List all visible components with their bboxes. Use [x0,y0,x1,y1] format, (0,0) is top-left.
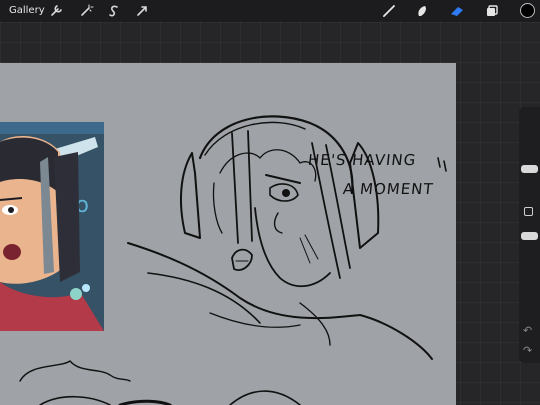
opacity-slider[interactable] [521,232,538,240]
caption-line-1: HE'S HAVING [307,151,418,169]
top-toolbar: Gallery [0,0,540,22]
layers-icon[interactable] [484,3,500,19]
caption-line-2: A MOMENT [342,180,435,198]
smudge-icon[interactable] [414,3,430,19]
transform-arrow-icon[interactable] [134,3,150,19]
drawing-canvas[interactable]: oo [0,63,456,405]
sketch-drawing [19,115,447,405]
sidebar-controls: ↶ ↷ [519,107,540,363]
magic-wand-icon[interactable] [78,3,94,19]
redo-icon[interactable]: ↷ [523,345,532,357]
eraser-icon[interactable] [449,3,465,19]
brush-size-slider[interactable] [521,165,538,173]
selection-icon[interactable] [106,3,122,19]
brush-icon[interactable] [381,3,397,19]
gallery-button[interactable]: Gallery [9,4,45,18]
undo-icon[interactable]: ↶ [523,325,532,337]
wrench-icon[interactable] [48,3,64,19]
modify-button[interactable] [524,207,533,216]
color-picker-button[interactable] [520,3,535,18]
